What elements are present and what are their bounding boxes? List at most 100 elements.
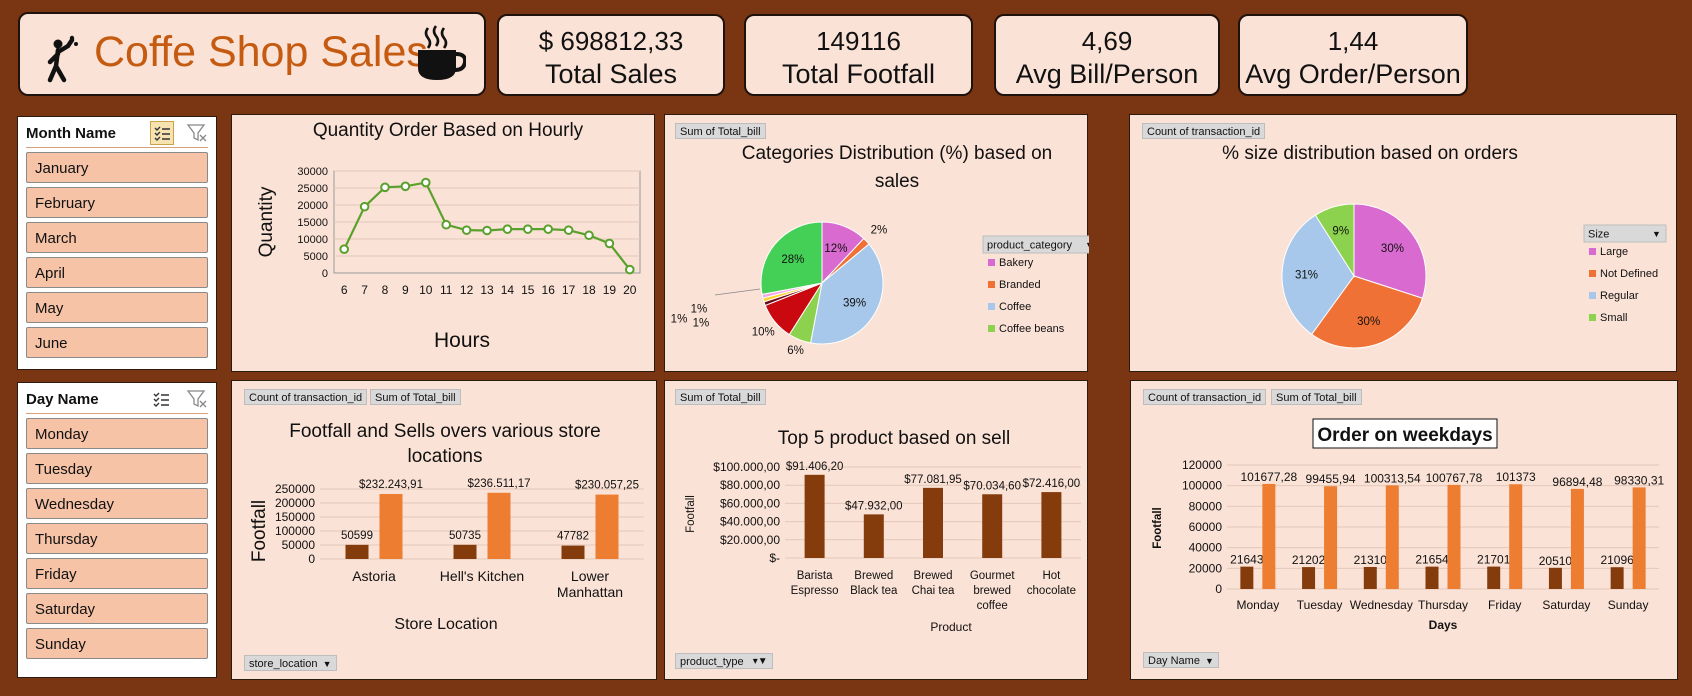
x-tick-label: Monday (1237, 598, 1280, 612)
slicer-item-thursday[interactable]: Thursday (26, 523, 208, 554)
x-tick-label: Friday (1488, 598, 1521, 612)
kpi-value: 149116 (816, 26, 901, 56)
category-chart-card: Sum of Total_bill Categories Distributio… (664, 114, 1100, 372)
data-label: 96894,48 (1552, 475, 1602, 489)
y-tick-label: 30000 (297, 166, 328, 178)
slice-label: 30% (1381, 243, 1404, 255)
slicer-item-march[interactable]: March (26, 222, 208, 253)
slicer-divider (26, 413, 208, 414)
data-point (421, 177, 431, 188)
y-tick-label: 50000 (282, 538, 316, 552)
legend-title: Size (1588, 229, 1609, 241)
dropdown-arrow-icon: ▼ (1652, 229, 1661, 239)
category-pie-chart: Categories Distribution (%) based on sale… (671, 143, 1100, 357)
x-tick-label: Wednesday (1350, 598, 1413, 612)
x-tick-label: 9 (402, 283, 409, 297)
slicer-title: Day Name (26, 391, 99, 408)
pivot-field-button[interactable]: Sum of Total_bill (675, 389, 766, 405)
axis-field-button[interactable]: store_location ▼ (244, 655, 337, 671)
slicer-item-sunday[interactable]: Sunday (26, 628, 208, 659)
y-tick-label: $60.000,00 (720, 496, 780, 510)
data-label: $236.511,17 (467, 478, 530, 490)
kpi-total-sales: $ 698812,33 Total Sales (497, 14, 725, 96)
chart-title: Top 5 product based on sell (778, 428, 1010, 449)
data-label: 99455,94 (1306, 472, 1356, 486)
axis-field-button[interactable]: product_type ▾▼ (675, 653, 773, 669)
slice-label: 1% (693, 317, 710, 329)
chart-title: sales (875, 171, 919, 192)
y-tick-label: $80.000,00 (720, 478, 780, 492)
data-point (482, 225, 492, 236)
legend-swatch (1589, 292, 1596, 299)
slice-label: 30% (1357, 316, 1380, 328)
x-tick-label: Manhattan (557, 584, 623, 600)
slicer-item-april[interactable]: April (26, 257, 208, 288)
data-point (441, 219, 451, 230)
bar (923, 487, 943, 558)
slicer-item-saturday[interactable]: Saturday (26, 593, 208, 624)
dropdown-arrow-icon: ▼ (1205, 656, 1214, 666)
x-tick-label: 7 (361, 283, 368, 297)
bar (1632, 487, 1646, 589)
y-tick-label: 0 (1215, 582, 1222, 596)
clear-filter-icon[interactable] (186, 388, 208, 410)
multi-select-icon[interactable] (150, 388, 172, 410)
clear-filter-icon[interactable] (186, 122, 208, 144)
y-tick-label: 25000 (297, 183, 328, 195)
slicer-item-tuesday[interactable]: Tuesday (26, 453, 208, 484)
x-tick-label: Hell's Kitchen (440, 568, 524, 584)
bar (453, 544, 477, 559)
data-point (584, 230, 594, 241)
weekday-chart-card: Count of transaction_id Sum of Total_bil… (1130, 380, 1678, 680)
slicer-item-june[interactable]: June (26, 327, 208, 358)
x-tick-label: Saturday (1542, 598, 1590, 612)
x-tick-label: coffee (977, 600, 1008, 612)
data-label: 21096 (1600, 553, 1634, 567)
pivot-field-button[interactable]: Count of transaction_id (244, 389, 368, 405)
x-tick-label: Gourmet (970, 570, 1016, 582)
x-tick-label: 6 (341, 283, 348, 297)
slice-label: 28% (781, 254, 804, 266)
data-label: 47782 (557, 531, 589, 543)
bar (1041, 492, 1062, 558)
x-tick-label: 19 (603, 283, 617, 297)
data-label: 21643 (1230, 553, 1264, 567)
pivot-field-button[interactable]: Sum of Total_bill (1271, 389, 1362, 405)
x-tick-label: Thursday (1418, 598, 1468, 612)
slicer-item-wednesday[interactable]: Wednesday (26, 488, 208, 519)
multi-select-icon[interactable] (150, 121, 174, 145)
pivot-field-button[interactable]: Sum of Total_bill (675, 123, 766, 139)
pivot-field-button[interactable]: Count of transaction_id (1143, 389, 1267, 405)
y-tick-label: 250000 (275, 482, 315, 496)
x-axis-label: Product (930, 620, 972, 634)
x-tick-label: 11 (440, 283, 453, 297)
slicer-item-january[interactable]: January (26, 152, 208, 183)
slicer-item-may[interactable]: May (26, 292, 208, 323)
data-point (339, 244, 349, 254)
pivot-field-button[interactable]: Count of transaction_id (1142, 123, 1266, 139)
data-point (604, 238, 615, 249)
bar (1447, 484, 1461, 589)
slicer-item-february[interactable]: February (26, 187, 208, 218)
hourly-chart-card: Quantity Order Based on Hourly 0 5000 10000… (231, 114, 655, 372)
data-label: $232.243,91 (359, 479, 423, 491)
data-label: 50735 (449, 530, 481, 542)
x-tick-label: Lower (571, 568, 609, 584)
y-tick-label: 0 (322, 268, 328, 280)
data-point (543, 224, 554, 234)
kpi-value: $ 698812,33 (538, 26, 684, 56)
axis-field-label: product_type (680, 656, 744, 668)
legend-swatch (988, 281, 995, 288)
slicer-item-monday[interactable]: Monday (26, 418, 208, 449)
y-tick-label: $20.000,00 (720, 533, 780, 547)
chart-title: Quantity Order Based on Hourly (313, 120, 584, 141)
kpi-total-footfall: 149116 Total Footfall (744, 14, 973, 96)
pivot-field-button[interactable]: Sum of Total_bill (370, 389, 461, 405)
bar (1324, 486, 1338, 589)
slicer-item-friday[interactable]: Friday (26, 558, 208, 589)
bar (1385, 485, 1399, 589)
axis-field-button[interactable]: Day Name ▼ (1143, 652, 1219, 668)
x-tick-label: 10 (419, 283, 433, 297)
product-bar-chart: Top 5 product based on sell $- $20.000,00 $… (685, 428, 1081, 634)
kpi-label: Total Footfall (781, 59, 936, 89)
